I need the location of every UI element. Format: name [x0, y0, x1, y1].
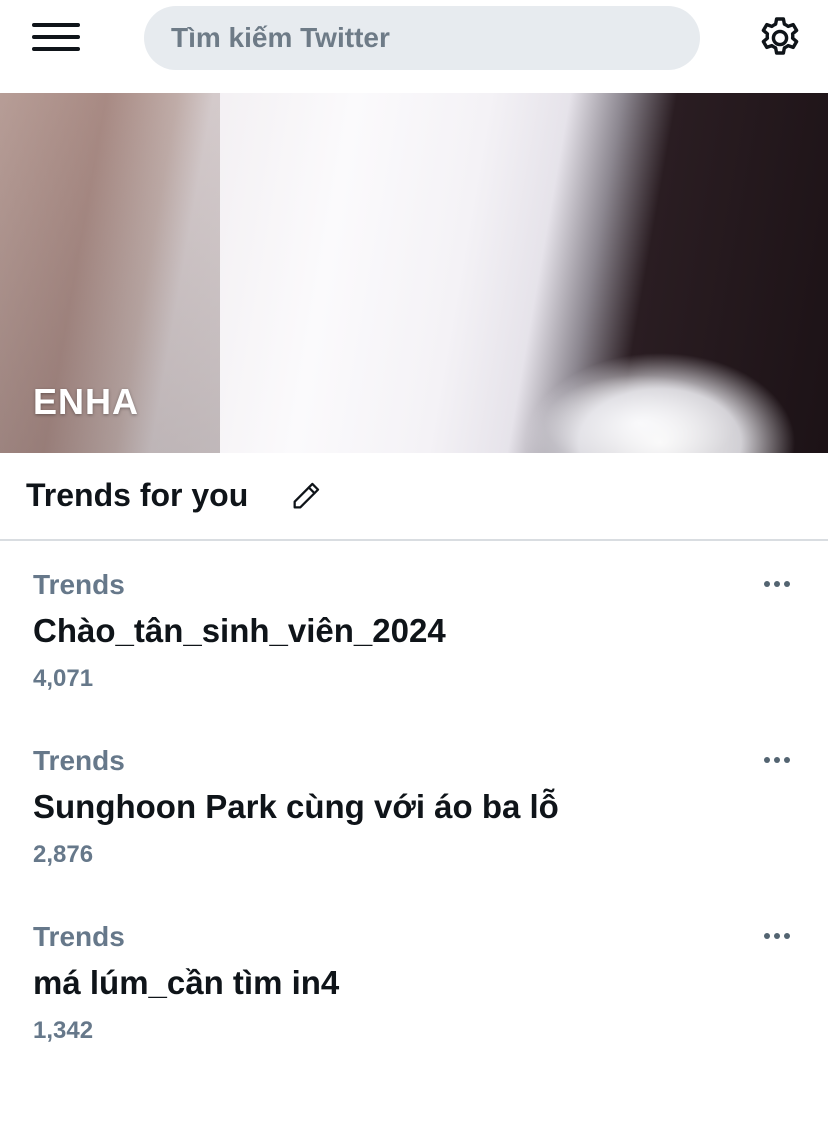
hamburger-menu-icon[interactable] [32, 20, 80, 54]
hero-banner[interactable]: ENHA [0, 93, 828, 453]
trend-name: Chào_tân_sinh_viên_2024 [33, 612, 446, 649]
trends-header: Trends for you [0, 453, 828, 541]
trend-count: 4,071 [33, 665, 94, 692]
pencil-icon[interactable] [289, 479, 323, 513]
trend-name: má lúm_cần tìm in4 [33, 964, 340, 1001]
trend-item[interactable]: Trends má lúm_cần tìm in4 1,342 [0, 907, 828, 1083]
menu-line [32, 23, 80, 27]
trend-item[interactable]: Trends Sunghoon Park cùng với áo ba lỗ 2… [0, 731, 828, 907]
trend-count: 1,342 [33, 1017, 94, 1044]
trend-count: 2,876 [33, 841, 94, 868]
top-bar [0, 0, 828, 93]
trend-category: Trends [33, 569, 125, 600]
trend-category: Trends [33, 745, 125, 776]
search-bar[interactable] [144, 6, 700, 70]
gear-icon[interactable] [756, 14, 804, 62]
trend-item[interactable]: Trends Chào_tân_sinh_viên_2024 4,071 [0, 555, 828, 731]
search-input[interactable] [171, 22, 700, 54]
more-options-icon[interactable] [760, 749, 796, 769]
trends-title: Trends for you [26, 477, 249, 513]
trend-category: Trends [33, 921, 125, 952]
more-options-icon[interactable] [760, 573, 796, 593]
menu-line [32, 35, 80, 39]
menu-line [32, 47, 80, 51]
more-options-icon[interactable] [760, 925, 796, 945]
trend-name: Sunghoon Park cùng với áo ba lỗ [33, 788, 559, 825]
hero-title: ENHA [33, 381, 140, 422]
